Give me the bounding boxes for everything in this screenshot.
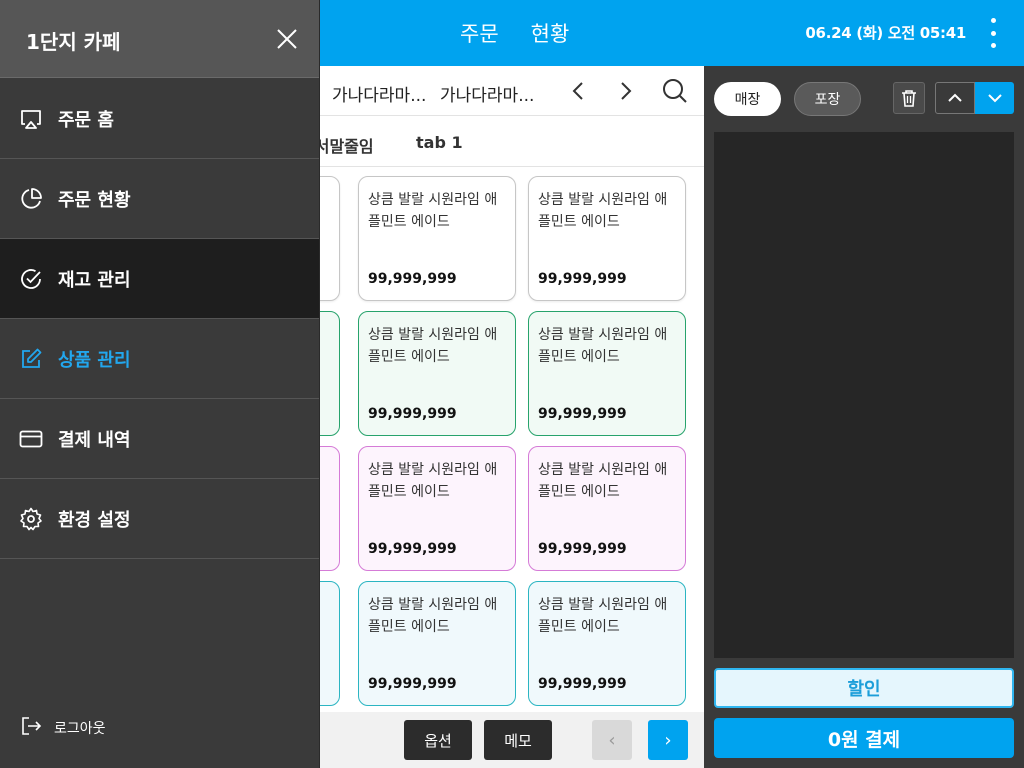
product-card[interactable]: 상큼 발랄 시원라임 애플민트 에이드 99,999,999 [528, 311, 686, 436]
tab-bar: 네서말줄임 tab 1 [320, 117, 704, 167]
product-card[interactable]: 상큼 발랄 시원라임 애플민트 에이드 99,999,999 [528, 446, 686, 571]
store-title: 1단지 카페 [26, 30, 121, 54]
pie-chart-icon [18, 186, 44, 212]
order-type-takeout[interactable]: 포장 [794, 82, 861, 116]
product-area: 가나다라마... 가나다라마... 네서말줄임 tab 1 상큼 발랄 시원라임… [320, 66, 704, 768]
order-type-dine-in[interactable]: 매장 [714, 82, 781, 116]
credit-card-icon [18, 426, 44, 452]
check-circle-icon [18, 266, 44, 292]
tab-item[interactable]: 네서말줄임 [320, 133, 374, 157]
category-item[interactable]: 가나다라마... [332, 81, 426, 106]
logout-button[interactable]: 로그아웃 [20, 716, 106, 740]
nav-order[interactable]: 주문 [460, 18, 499, 48]
cart-item-list[interactable] [714, 132, 1014, 658]
product-price: 99,999,999 [538, 406, 627, 422]
sidebar-item-order-status[interactable]: 주문 현황 [0, 159, 319, 239]
monitor-icon [18, 106, 44, 132]
datetime-label: 06.24 (화) 오전 05:41 [805, 24, 966, 42]
sidebar-item-products[interactable]: 상품 관리 [0, 319, 319, 399]
product-price: 99,999,999 [368, 271, 457, 287]
pos-app: 주문 현황 06.24 (화) 오전 05:41 가나다라마... 가나다라마.… [0, 0, 1024, 768]
sidebar-item-label: 상품 관리 [58, 349, 131, 371]
sidebar-item-label: 주문 홈 [58, 109, 114, 131]
sidebar-item-inventory[interactable]: 재고 관리 [0, 239, 319, 319]
nav-status[interactable]: 현황 [531, 18, 570, 48]
sidebar-item-order-home[interactable]: 주문 홈 [0, 79, 319, 159]
product-card[interactable]: 상큼 발랄 시원라임 애플민트 에이드99,999,999 [320, 446, 340, 571]
product-name: 상큼 발랄 시원라임 애플민트 에이드 [538, 597, 668, 635]
product-price: 99,999,999 [368, 676, 457, 692]
product-name: 상큼 발랄 시원라임 애플민트 에이드 [320, 594, 333, 638]
chevron-right-icon[interactable] [614, 78, 638, 104]
sidebar-item-label: 결제 내역 [58, 429, 131, 451]
product-price: 99,999,999 [368, 406, 457, 422]
product-price: 99,999,999 [368, 541, 457, 557]
product-name: 상큼 발랄 시원라임 애플민트 에이드 [538, 327, 668, 365]
product-name: 상큼 발랄 시원라임 애플민트 에이드 [538, 462, 668, 500]
side-menu: 1단지 카페 주문 홈 주문 현황 재고 관리 상품 관리 결제 내역 환경 설… [0, 0, 320, 768]
product-name: 상큼 발랄 시원라임 애플민트 에이드 [320, 189, 333, 233]
pay-button[interactable]: 0원 결제 [714, 718, 1014, 758]
sidebar-item-label: 환경 설정 [58, 509, 131, 531]
product-name: 상큼 발랄 시원라임 애플민트 에이드 [368, 462, 498, 500]
product-card[interactable]: 상큼 발랄 시원라임 애플민트 에이드 99,999,999 [358, 581, 516, 706]
category-item[interactable]: 가나다라마... [440, 81, 534, 106]
top-nav: 주문 현황 [460, 0, 601, 66]
product-card[interactable]: 상큼 발랄 시원라임 애플민트 에이드 99,999,999 [358, 446, 516, 571]
sidebar-item-label: 재고 관리 [58, 269, 131, 291]
product-card[interactable]: 상큼 발랄 시원라임 애플민트 에이드99,999,999 [320, 176, 340, 301]
chevron-left-icon[interactable] [566, 78, 590, 104]
sidebar-item-settings[interactable]: 환경 설정 [0, 479, 319, 559]
product-card[interactable]: 상큼 발랄 시원라임 애플민트 에이드 99,999,999 [528, 176, 686, 301]
discount-button[interactable]: 할인 [714, 668, 1014, 708]
product-card[interactable]: 상큼 발랄 시원라임 애플민트 에이드99,999,999 [320, 311, 340, 436]
kebab-vertical-icon[interactable] [988, 18, 998, 48]
settings-icon [18, 506, 44, 532]
memo-button[interactable]: 메모 [484, 720, 552, 760]
product-card[interactable]: 상큼 발랄 시원라임 애플민트 에이드 99,999,999 [528, 581, 686, 706]
product-bottom-bar: 옵션 메모 ‹ › [320, 712, 704, 768]
product-name: 상큼 발랄 시원라임 애플민트 에이드 [368, 327, 498, 365]
close-icon[interactable] [274, 26, 300, 52]
chevron-down-icon[interactable] [975, 82, 1014, 114]
logout-label: 로그아웃 [54, 721, 106, 737]
tab-item[interactable]: tab 1 [416, 133, 463, 152]
product-card[interactable]: 상큼 발랄 시원라임 애플민트 에이드 99,999,999 [358, 311, 516, 436]
category-bar: 가나다라마... 가나다라마... [320, 66, 704, 116]
chevron-up-icon[interactable] [935, 82, 975, 114]
sidebar-item-label: 주문 현황 [58, 189, 131, 211]
side-menu-header: 1단지 카페 [0, 0, 319, 78]
product-name: 상큼 발랄 시원라임 애플민트 에이드 [538, 192, 668, 230]
search-icon[interactable] [660, 78, 690, 104]
trash-icon[interactable] [893, 82, 925, 114]
product-price: 99,999,999 [538, 271, 627, 287]
product-price: 99,999,999 [538, 541, 627, 557]
product-name: 상큼 발랄 시원라임 애플민트 에이드 [368, 192, 498, 230]
sidebar-item-payments[interactable]: 결제 내역 [0, 399, 319, 479]
option-button[interactable]: 옵션 [404, 720, 472, 760]
next-page-button[interactable]: › [648, 720, 688, 760]
product-card[interactable]: 상큼 발랄 시원라임 애플민트 에이드 99,999,999 [358, 176, 516, 301]
product-price: 99,999,999 [538, 676, 627, 692]
logout-icon [20, 715, 42, 741]
product-name: 상큼 발랄 시원라임 애플민트 에이드 [320, 324, 333, 368]
edit-icon [18, 346, 44, 372]
cart-panel: 매장 포장 할인 0원 결제 [704, 66, 1024, 768]
product-card[interactable]: 상큼 발랄 시원라임 애플민트 에이드99,999,999 [320, 581, 340, 706]
product-name: 상큼 발랄 시원라임 애플민트 에이드 [368, 597, 498, 635]
prev-page-button[interactable]: ‹ [592, 720, 632, 760]
product-name: 상큼 발랄 시원라임 애플민트 에이드 [320, 459, 333, 503]
